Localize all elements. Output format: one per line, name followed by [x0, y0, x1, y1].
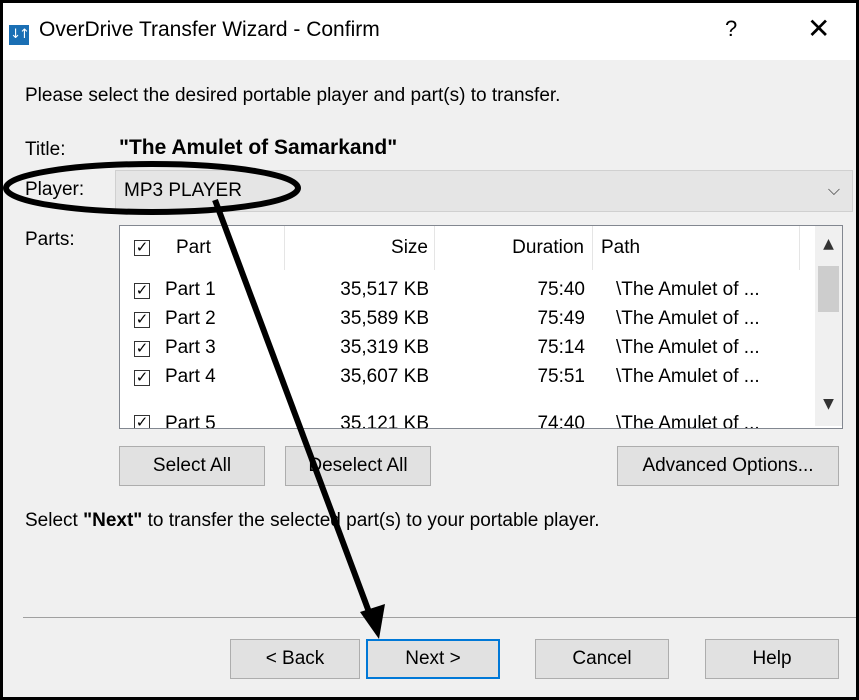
table-row[interactable]: ✓ Part 1 35,517 KB 75:40 \The Amulet of …	[120, 276, 814, 305]
player-selected-value: MP3 PLAYER	[124, 180, 242, 201]
table-row[interactable]: ✓ Part 3 35,319 KB 75:14 \The Amulet of …	[120, 334, 814, 363]
scroll-thumb[interactable]	[818, 266, 839, 312]
part-name: Part 5	[165, 413, 216, 429]
part-path: \The Amulet of ...	[616, 308, 760, 329]
part-duration: 75:40	[537, 279, 585, 300]
footer-divider	[23, 617, 856, 618]
help-icon[interactable]: ?	[725, 16, 737, 42]
next-hint-prefix: Select	[25, 510, 84, 531]
part-path: \The Amulet of ...	[616, 413, 760, 429]
part-size: 35,517 KB	[340, 279, 429, 300]
overdrive-app-icon: ↓↑	[9, 25, 30, 45]
part-checkbox[interactable]: ✓	[134, 283, 150, 299]
parts-list-header: ✓ Part Size Duration Path	[120, 226, 814, 270]
part-duration: 75:14	[537, 337, 585, 358]
part-duration: 75:49	[537, 308, 585, 329]
column-header-part-label: Part	[176, 237, 211, 258]
scroll-down-icon[interactable]: ▼	[815, 396, 842, 412]
title-value: "The Amulet of Samarkand"	[119, 136, 398, 159]
part-path: \The Amulet of ...	[616, 279, 760, 300]
part-duration: 74:40	[537, 413, 585, 429]
scroll-up-icon[interactable]: ▲	[815, 236, 842, 252]
table-row[interactable]: ✓ Part 4 35,607 KB 75:51 \The Amulet of …	[120, 363, 814, 392]
part-name: Part 3	[165, 337, 216, 358]
part-name: Part 1	[165, 279, 216, 300]
title-bar: ↓↑ OverDrive Transfer Wizard - Confirm ?…	[3, 3, 856, 60]
next-button[interactable]: Next >	[366, 639, 500, 679]
part-checkbox[interactable]: ✓	[134, 415, 150, 428]
next-hint-text: Select "Next" to transfer the selected p…	[25, 510, 600, 532]
part-size: 35,589 KB	[340, 308, 429, 329]
deselect-all-button[interactable]: Deselect All	[285, 446, 431, 486]
instructions-text: Please select the desired portable playe…	[25, 85, 561, 106]
part-checkbox[interactable]: ✓	[134, 312, 150, 328]
next-hint-bold: "Next"	[83, 510, 143, 531]
part-size: 35,121 KB	[340, 413, 429, 429]
column-header-duration[interactable]: Duration	[435, 226, 593, 270]
advanced-options-button[interactable]: Advanced Options...	[617, 446, 839, 486]
select-all-checkbox[interactable]: ✓	[134, 240, 150, 256]
part-name: Part 2	[165, 308, 216, 329]
part-checkbox[interactable]: ✓	[134, 370, 150, 386]
parts-label: Parts:	[25, 229, 75, 250]
part-duration: 75:51	[537, 366, 585, 387]
back-button[interactable]: < Back	[230, 639, 360, 679]
part-path: \The Amulet of ...	[616, 366, 760, 387]
column-header-part[interactable]: ✓ Part	[120, 226, 285, 270]
part-name: Part 4	[165, 366, 216, 387]
close-icon[interactable]: ✕	[807, 12, 830, 45]
help-button[interactable]: Help	[705, 639, 839, 679]
part-checkbox[interactable]: ✓	[134, 341, 150, 357]
select-all-button[interactable]: Select All	[119, 446, 265, 486]
title-label: Title:	[25, 139, 66, 160]
parts-list[interactable]: ✓ Part Size Duration Path ✓ Part 1 35,51…	[119, 225, 843, 429]
cancel-button[interactable]: Cancel	[535, 639, 669, 679]
parts-list-scrollbar[interactable]: ▲ ▼	[815, 226, 842, 426]
chevron-down-icon: ⌵	[827, 180, 840, 199]
table-row[interactable]: ✓ Part 2 35,589 KB 75:49 \The Amulet of …	[120, 305, 814, 334]
window-title: OverDrive Transfer Wizard - Confirm	[39, 18, 380, 41]
player-dropdown[interactable]: MP3 PLAYER ⌵	[115, 170, 853, 212]
player-label: Player:	[25, 179, 85, 200]
column-header-size[interactable]: Size	[285, 226, 435, 270]
part-path: \The Amulet of ...	[616, 337, 760, 358]
column-header-path[interactable]: Path	[593, 226, 800, 270]
part-size: 35,319 KB	[340, 337, 429, 358]
table-row[interactable]: ✓ Part 5 35,121 KB 74:40 \The Amulet of …	[120, 410, 814, 429]
next-hint-suffix: to transfer the selected part(s) to your…	[142, 510, 600, 531]
part-size: 35,607 KB	[340, 366, 429, 387]
dialog-window: ↓↑ OverDrive Transfer Wizard - Confirm ?…	[3, 3, 856, 697]
